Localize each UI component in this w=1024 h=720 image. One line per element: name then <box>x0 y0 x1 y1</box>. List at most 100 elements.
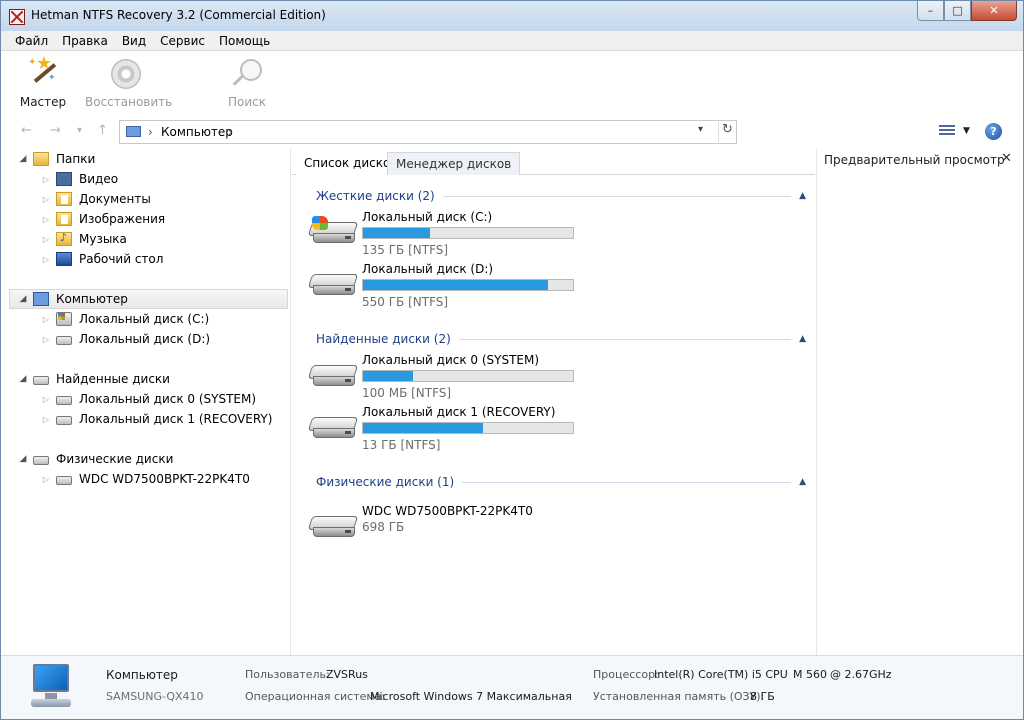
window-title: Hetman NTFS Recovery 3.2 (Commercial Edi… <box>31 8 326 22</box>
status-cpu-label: Процессор: <box>593 668 659 681</box>
app-logo-icon[interactable] <box>9 9 25 25</box>
collapse-arrow-icon[interactable]: ▷ <box>39 315 53 324</box>
expand-arrow-icon[interactable]: ◢ <box>16 454 30 464</box>
disk-item-1-recovery[interactable]: Локальный диск 1 (RECOVERY) 13 ГБ [NTFS] <box>306 405 606 453</box>
tree-physical-disks[interactable]: ◢ Физические диски <box>16 449 174 469</box>
tree-item-video[interactable]: ▷ Видео <box>39 169 118 189</box>
tree-label: Документы <box>79 192 151 206</box>
search-button[interactable]: Поиск <box>223 57 271 109</box>
back-arrow-icon[interactable]: ← <box>21 123 32 138</box>
close-button[interactable]: ✕ <box>971 1 1017 21</box>
navigation-tree: ◢ Папки ▷ Видео ▷ Документы ▷ Изображени… <box>1 149 291 655</box>
menu-file[interactable]: Файл <box>8 31 55 50</box>
disk-item-0-system[interactable]: Локальный диск 0 (SYSTEM) 100 МБ [NTFS] <box>306 353 606 401</box>
view-mode-icon[interactable] <box>939 125 955 139</box>
forward-arrow-icon[interactable]: → <box>50 123 61 138</box>
tree-label: Музыка <box>79 232 127 246</box>
menu-tools[interactable]: Сервис <box>153 31 212 50</box>
breadcrumb-separator: › <box>148 125 153 139</box>
tree-folders[interactable]: ◢ Папки <box>16 149 95 169</box>
status-cpu-value: Intel(R) Core(TM) i5 CPU <box>654 668 788 681</box>
disk-item-wdc[interactable]: WDC WD7500BPKT-22PK4T0 698 ГБ <box>306 504 606 552</box>
music-folder-icon <box>56 231 72 246</box>
disk-usage-bar <box>362 279 574 291</box>
collapse-arrow-icon[interactable]: ▷ <box>39 195 53 204</box>
tree-item-disk-0[interactable]: ▷ Локальный диск 0 (SYSTEM) <box>39 389 256 409</box>
status-os-label: Операционная система: <box>245 690 386 703</box>
disk-info: 550 ГБ [NTFS] <box>362 295 449 309</box>
tree-item-disk-d[interactable]: ▷ Локальный диск (D:) <box>39 329 210 349</box>
tree-item-desktop[interactable]: ▷ Рабочий стол <box>39 249 163 269</box>
tree-label: Локальный диск 0 (SYSTEM) <box>79 392 257 406</box>
tree-found-disks[interactable]: ◢ Найденные диски <box>16 369 170 389</box>
status-ram-value: 8 ГБ <box>750 690 775 703</box>
tab-disk-manager[interactable]: Менеджер дисков <box>387 152 521 175</box>
drive-icon <box>33 376 49 385</box>
up-arrow-icon[interactable]: ↑ <box>97 123 108 138</box>
restore-button-label: Восстановить <box>85 95 173 109</box>
tree-item-music[interactable]: ▷ Музыка <box>39 229 127 249</box>
disk-name: WDC WD7500BPKT-22PK4T0 <box>362 504 533 518</box>
help-icon[interactable]: ? <box>985 123 1002 140</box>
menu-view[interactable]: Вид <box>115 31 153 50</box>
wizard-button[interactable]: ★ ✦ ✦ Мастер <box>19 53 67 109</box>
menu-bar: Файл Правка Вид Сервис Помощь <box>1 31 1023 51</box>
collapse-chevron-icon[interactable]: ▲ <box>799 191 806 201</box>
collapse-chevron-icon[interactable]: ▲ <box>799 477 806 487</box>
collapse-chevron-icon[interactable]: ▲ <box>799 334 806 344</box>
status-cpu-freq: @ 2.67GHz <box>830 668 892 681</box>
collapse-arrow-icon[interactable]: ▷ <box>39 255 53 264</box>
group-hard-disks[interactable]: Жесткие диски (2) ▲ <box>316 188 806 204</box>
address-bar[interactable]: › Компьютер › ▾ ↻ <box>119 120 737 144</box>
folder-icon <box>33 152 49 166</box>
address-dropdown-icon[interactable]: ▾ <box>698 124 703 135</box>
expand-arrow-icon[interactable]: ◢ <box>16 154 30 164</box>
collapse-arrow-icon[interactable]: ▷ <box>39 235 53 244</box>
collapse-arrow-icon[interactable]: ▷ <box>39 395 53 404</box>
disk-item-c[interactable]: Локальный диск (C:) 135 ГБ [NTFS] <box>306 210 606 258</box>
documents-folder-icon <box>56 192 72 206</box>
tree-item-documents[interactable]: ▷ Документы <box>39 189 151 209</box>
status-os-value: Microsoft Windows 7 Максимальная <box>370 690 572 703</box>
tree-item-disk-c[interactable]: ▷ Локальный диск (C:) <box>39 309 209 329</box>
preview-close-icon[interactable]: ✕ <box>1001 151 1012 166</box>
menu-help[interactable]: Помощь <box>212 31 277 50</box>
maximize-button[interactable]: □ <box>944 1 971 21</box>
tree-label: Папки <box>56 152 96 166</box>
tree-item-wdc[interactable]: ▷ WDC WD7500BPKT-22PK4T0 <box>39 469 250 489</box>
collapse-arrow-icon[interactable]: ▷ <box>39 475 53 484</box>
disk-info: 13 ГБ [NTFS] <box>362 438 441 452</box>
tree-item-images[interactable]: ▷ Изображения <box>39 209 165 229</box>
disk-usage-bar <box>362 370 574 382</box>
expand-arrow-icon[interactable]: ◢ <box>16 294 30 304</box>
menu-edit[interactable]: Правка <box>55 31 115 50</box>
preview-title: Предварительный просмотр <box>824 153 1005 167</box>
group-physical-disks[interactable]: Физические диски (1) ▲ <box>316 474 806 490</box>
breadcrumb-separator-end[interactable]: › <box>228 125 233 139</box>
recent-locations-icon[interactable]: ▾ <box>77 125 82 136</box>
hard-drive-icon <box>307 417 359 439</box>
computer-monitor-icon <box>27 664 75 710</box>
tree-item-disk-1[interactable]: ▷ Локальный диск 1 (RECOVERY) <box>39 409 273 429</box>
disk-name: Локальный диск 0 (SYSTEM) <box>362 353 540 367</box>
title-bar[interactable]: Hetman NTFS Recovery 3.2 (Commercial Edi… <box>1 1 1023 31</box>
tree-label: Найденные диски <box>56 372 170 386</box>
disc-icon <box>109 57 143 91</box>
breadcrumb-computer[interactable]: Компьютер <box>161 125 233 139</box>
window-controls: – □ ✕ <box>917 1 1017 21</box>
collapse-arrow-icon[interactable]: ▷ <box>39 175 53 184</box>
collapse-arrow-icon[interactable]: ▷ <box>39 215 53 224</box>
refresh-icon[interactable]: ↻ <box>718 122 736 142</box>
collapse-arrow-icon[interactable]: ▷ <box>39 415 53 424</box>
drive-icon <box>56 476 72 485</box>
restore-button[interactable]: Восстановить <box>85 57 173 109</box>
tree-computer[interactable]: ◢ Компьютер <box>9 289 288 309</box>
expand-arrow-icon[interactable]: ◢ <box>16 374 30 384</box>
view-dropdown-icon[interactable]: ▼ <box>963 126 970 136</box>
collapse-arrow-icon[interactable]: ▷ <box>39 335 53 344</box>
minimize-button[interactable]: – <box>917 1 944 21</box>
disk-name: Локальный диск (D:) <box>362 262 494 276</box>
disk-item-d[interactable]: Локальный диск (D:) 550 ГБ [NTFS] <box>306 262 606 310</box>
group-found-disks[interactable]: Найденные диски (2) ▲ <box>316 331 806 347</box>
search-button-label: Поиск <box>227 95 266 109</box>
